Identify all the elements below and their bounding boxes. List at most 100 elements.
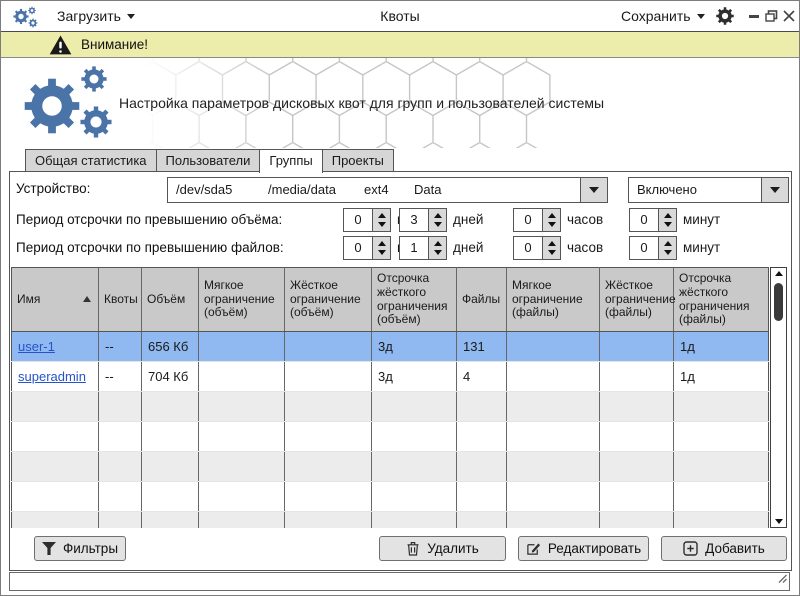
spin-value[interactable]: 0: [514, 209, 542, 231]
minimize-button[interactable]: [747, 9, 762, 23]
spin-down-icon[interactable]: [548, 222, 556, 227]
tab-general-stats[interactable]: Общая статистика: [25, 149, 157, 172]
spin-stepper[interactable]: [542, 237, 560, 259]
spin-up-icon[interactable]: [378, 241, 386, 246]
table-header-row: Имя Квоты Объём Мягкое ограничение (объё…: [12, 268, 769, 332]
close-icon[interactable]: [781, 9, 796, 23]
device-combobox[interactable]: /dev/sda5 /media/data ext4 Data: [167, 177, 608, 203]
table-row-superadmin[interactable]: superadmin -- 704 Кб 3д 4 1д: [12, 362, 769, 392]
column-header-files[interactable]: Файлы: [457, 268, 507, 332]
spin-value[interactable]: 0: [630, 209, 658, 231]
table-cell: [99, 512, 142, 529]
settings-gear-icon[interactable]: [715, 6, 735, 31]
arrow-down-icon: [775, 519, 783, 524]
save-menu[interactable]: Сохранить: [621, 1, 705, 31]
spin-stepper[interactable]: [372, 237, 390, 259]
spin-up-icon[interactable]: [548, 241, 556, 246]
table-cell: [199, 422, 285, 452]
scroll-up-button[interactable]: [771, 271, 786, 276]
column-header-volume[interactable]: Объём: [142, 268, 199, 332]
grace-files-days-spinbox[interactable]: 1: [399, 236, 447, 260]
table-cell: [142, 482, 199, 512]
column-header-name[interactable]: Имя: [12, 268, 99, 332]
status-combobox[interactable]: Включено: [628, 177, 789, 203]
spin-up-icon[interactable]: [548, 213, 556, 218]
trash-icon: [406, 541, 420, 556]
spin-value[interactable]: 0: [344, 209, 372, 231]
user-link[interactable]: superadmin: [18, 369, 86, 384]
grace-files-weeks-spinbox[interactable]: 0: [343, 236, 391, 260]
edit-button[interactable]: Редактировать: [518, 536, 649, 561]
maximize-button[interactable]: [764, 9, 779, 23]
spin-down-icon[interactable]: [434, 250, 442, 255]
spin-value[interactable]: 1: [400, 237, 428, 259]
column-label: Имя: [17, 293, 40, 307]
table-row-empty[interactable]: [12, 422, 769, 452]
column-header-hard-volume[interactable]: Жёсткое ограничение (объём): [285, 268, 372, 332]
column-header-soft-volume[interactable]: Мягкое ограничение (объём): [199, 268, 285, 332]
scrollbar-thumb[interactable]: [774, 283, 783, 321]
grace-volume-minutes-spinbox[interactable]: 0: [629, 208, 677, 232]
delete-button[interactable]: Удалить: [379, 536, 506, 561]
tab-groups[interactable]: Группы: [259, 149, 322, 173]
user-link[interactable]: user-1: [18, 339, 55, 354]
spin-up-icon[interactable]: [378, 213, 386, 218]
column-header-hard-files[interactable]: Жёсткое ограничение (файлы): [600, 268, 674, 332]
spin-down-icon[interactable]: [548, 250, 556, 255]
spin-down-icon[interactable]: [434, 222, 442, 227]
spin-value[interactable]: 0: [630, 237, 658, 259]
column-header-quotas[interactable]: Квоты: [99, 268, 142, 332]
resize-grip[interactable]: [776, 570, 787, 588]
grace-files-hours-spinbox[interactable]: 0: [513, 236, 561, 260]
column-header-grace-volume[interactable]: Отсрочка жёсткого ограничения (объём): [372, 268, 457, 332]
table-row-empty[interactable]: [12, 392, 769, 422]
load-menu[interactable]: Загрузить: [57, 1, 135, 31]
table-row-empty[interactable]: [12, 452, 769, 482]
table-row-user-1[interactable]: user-1 -- 656 Кб 3д 131 1д: [12, 332, 769, 362]
table-cell: [674, 512, 769, 529]
spin-down-icon[interactable]: [378, 250, 386, 255]
spin-stepper[interactable]: [658, 237, 676, 259]
column-header-grace-files[interactable]: Отсрочка жёсткого ограничения (файлы): [674, 268, 769, 332]
table-cell: [600, 422, 674, 452]
scroll-down-button[interactable]: [771, 519, 786, 524]
spin-value[interactable]: 3: [400, 209, 428, 231]
spin-value[interactable]: 0: [344, 237, 372, 259]
spin-up-icon[interactable]: [664, 241, 672, 246]
table-cell: [457, 452, 507, 482]
table-cell: [142, 452, 199, 482]
spin-value[interactable]: 0: [514, 237, 542, 259]
spin-stepper[interactable]: [428, 209, 446, 231]
table-cell: [372, 422, 457, 452]
spin-down-icon[interactable]: [378, 222, 386, 227]
add-button[interactable]: Добавить: [661, 536, 787, 561]
vertical-scrollbar[interactable]: [770, 267, 787, 528]
table-row-empty[interactable]: [12, 482, 769, 512]
spin-up-icon[interactable]: [664, 213, 672, 218]
spin-up-icon[interactable]: [434, 241, 442, 246]
spin-stepper[interactable]: [372, 209, 390, 231]
spin-up-icon[interactable]: [434, 213, 442, 218]
device-dropdown-button[interactable]: [580, 178, 607, 202]
grace-volume-weeks-spinbox[interactable]: 0: [343, 208, 391, 232]
spin-down-icon[interactable]: [664, 250, 672, 255]
spin-stepper[interactable]: [658, 209, 676, 231]
grace-volume-hours-spinbox[interactable]: 0: [513, 208, 561, 232]
table-cell: [142, 392, 199, 422]
spin-stepper[interactable]: [428, 237, 446, 259]
table-row-empty[interactable]: [12, 512, 769, 529]
spin-stepper[interactable]: [542, 209, 560, 231]
action-button-row: Фильтры Удалить Редактировать: [10, 536, 791, 561]
grace-files-minutes-spinbox[interactable]: 0: [629, 236, 677, 260]
tab-projects[interactable]: Проекты: [322, 149, 394, 172]
table-cell: [12, 422, 99, 452]
grace-volume-days-spinbox[interactable]: 3: [399, 208, 447, 232]
table-cell: [507, 392, 600, 422]
filters-button[interactable]: Фильтры: [34, 536, 126, 561]
column-header-soft-files[interactable]: Мягкое ограничение (файлы): [507, 268, 600, 332]
warning-text: Внимание!: [81, 32, 148, 57]
status-dropdown-button[interactable]: [761, 178, 788, 202]
tab-users[interactable]: Пользователи: [156, 149, 261, 172]
spin-down-icon[interactable]: [664, 222, 672, 227]
table-cell: [99, 482, 142, 512]
